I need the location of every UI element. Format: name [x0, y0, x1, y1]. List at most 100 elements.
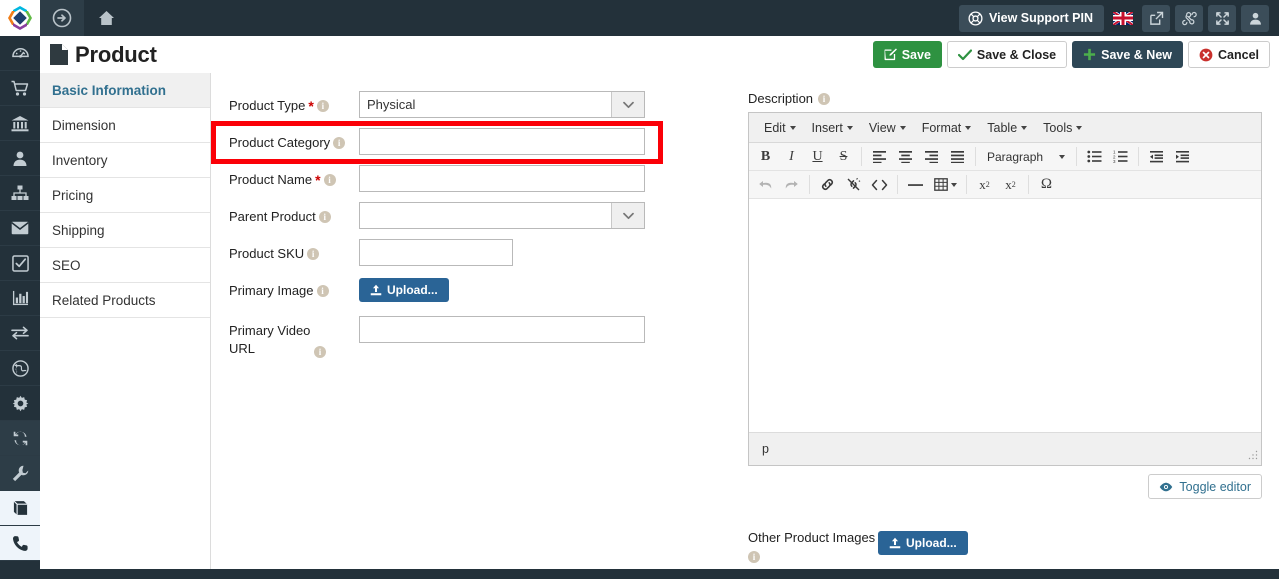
- unlink-icon[interactable]: [841, 173, 866, 196]
- rail-item-bank[interactable]: [0, 106, 40, 141]
- cancel-button[interactable]: Cancel: [1188, 41, 1270, 68]
- menu-insert[interactable]: Insert: [805, 118, 860, 138]
- nav-forward-button[interactable]: [40, 0, 84, 36]
- menu-edit[interactable]: Edit: [757, 118, 803, 138]
- field-primary-video-url: Primary Video URL i: [229, 316, 681, 358]
- info-circle-icon[interactable]: i: [818, 92, 831, 105]
- info-circle-icon[interactable]: i: [316, 100, 329, 112]
- field-control: [359, 239, 681, 266]
- product-sku-label: Product SKU: [229, 246, 305, 261]
- info-circle-icon[interactable]: i: [318, 211, 331, 223]
- rail-item-sync[interactable]: [0, 421, 40, 456]
- info-circle-icon[interactable]: i: [307, 248, 320, 260]
- sidebar-item-inventory[interactable]: Inventory: [40, 143, 210, 178]
- fullscreen-button[interactable]: [1208, 4, 1236, 32]
- special-character-icon[interactable]: Ω: [1034, 173, 1059, 196]
- sidebar-item-dimension[interactable]: Dimension: [40, 108, 210, 143]
- horizontal-rule-icon[interactable]: [903, 173, 928, 196]
- menu-insert-label: Insert: [811, 120, 843, 135]
- rail-item-tools[interactable]: [0, 456, 40, 491]
- sidebar-item-label: Inventory: [52, 152, 108, 168]
- app-logo[interactable]: [0, 0, 40, 36]
- sidebar-item-basic-information[interactable]: Basic Information: [40, 73, 210, 108]
- align-justify-icon[interactable]: [945, 145, 970, 168]
- align-right-icon[interactable]: [919, 145, 944, 168]
- info-circle-icon[interactable]: i: [323, 174, 336, 186]
- rail-item-user[interactable]: [0, 141, 40, 176]
- nav-home-button[interactable]: [84, 0, 128, 36]
- chevron-down-icon[interactable]: [611, 92, 644, 117]
- link-icon[interactable]: [815, 173, 840, 196]
- rail-item-settings[interactable]: [0, 386, 40, 421]
- save-button[interactable]: Save: [872, 41, 942, 68]
- table-icon[interactable]: [929, 173, 961, 196]
- primary-video-url-input[interactable]: [359, 316, 645, 343]
- primary-image-upload-button[interactable]: Upload...: [359, 278, 449, 302]
- shopping-cart-icon: [11, 80, 29, 96]
- underline-icon[interactable]: U: [805, 145, 830, 168]
- product-sku-input[interactable]: [359, 239, 513, 266]
- redo-icon[interactable]: [779, 173, 804, 196]
- align-left-icon[interactable]: [867, 145, 892, 168]
- rail-item-mail[interactable]: [0, 211, 40, 246]
- editor-content-area[interactable]: [749, 199, 1261, 432]
- rail-item-dashboard[interactable]: [0, 36, 40, 71]
- sidebar-item-related-products[interactable]: Related Products: [40, 283, 210, 318]
- toggle-editor-button[interactable]: Toggle editor: [1148, 474, 1262, 499]
- chevron-down-icon[interactable]: [611, 203, 644, 228]
- save-and-close-button[interactable]: Save & Close: [946, 41, 1068, 68]
- open-site-button[interactable]: [1142, 4, 1170, 32]
- language-flag-button[interactable]: [1109, 5, 1137, 32]
- resize-handle-icon[interactable]: [1248, 450, 1258, 462]
- field-label: Parent Product i: [229, 202, 359, 226]
- menu-format[interactable]: Format: [915, 118, 979, 138]
- menu-tools[interactable]: Tools: [1036, 118, 1089, 138]
- save-and-close-label: Save & Close: [976, 47, 1057, 62]
- product-type-select[interactable]: Physical: [359, 91, 645, 118]
- joomla-button[interactable]: [1175, 4, 1203, 32]
- outdent-icon[interactable]: [1144, 145, 1169, 168]
- superscript-icon[interactable]: x2: [998, 173, 1023, 196]
- save-button-label: Save: [901, 47, 931, 62]
- bullet-list-icon[interactable]: [1082, 145, 1107, 168]
- save-and-new-button[interactable]: Save & New: [1072, 41, 1183, 68]
- bold-icon[interactable]: B: [753, 145, 778, 168]
- undo-icon[interactable]: [753, 173, 778, 196]
- strikethrough-icon[interactable]: S: [831, 145, 856, 168]
- rail-item-transactions[interactable]: [0, 316, 40, 351]
- product-name-input[interactable]: [359, 165, 645, 192]
- italic-icon[interactable]: I: [779, 145, 804, 168]
- rail-item-tasks[interactable]: [0, 246, 40, 281]
- source-code-icon[interactable]: [867, 173, 892, 196]
- info-circle-icon[interactable]: i: [316, 285, 329, 297]
- rail-item-reports[interactable]: [0, 281, 40, 316]
- view-support-pin-button[interactable]: View Support PIN: [959, 4, 1104, 32]
- chevron-down-icon: [965, 125, 972, 130]
- menu-table-label: Table: [987, 120, 1018, 135]
- menu-table[interactable]: Table: [980, 118, 1034, 138]
- product-category-input[interactable]: [359, 128, 645, 155]
- rail-item-shop[interactable]: [0, 71, 40, 106]
- sidebar-item-pricing[interactable]: Pricing: [40, 178, 210, 213]
- user-menu-button[interactable]: [1241, 4, 1269, 32]
- sidebar-item-shipping[interactable]: Shipping: [40, 213, 210, 248]
- info-circle-icon[interactable]: i: [748, 551, 760, 563]
- rail-item-phone[interactable]: [0, 526, 40, 561]
- rail-item-docs[interactable]: [0, 491, 40, 526]
- indent-icon[interactable]: [1170, 145, 1195, 168]
- editor-element-path[interactable]: p: [762, 442, 769, 456]
- sidebar-item-seo[interactable]: SEO: [40, 248, 210, 283]
- rail-item-sitemap[interactable]: [0, 176, 40, 211]
- subscript-icon[interactable]: x2: [972, 173, 997, 196]
- menu-tools-label: Tools: [1043, 120, 1073, 135]
- info-circle-icon[interactable]: i: [333, 137, 346, 149]
- menu-view[interactable]: View: [862, 118, 913, 138]
- other-images-upload-button[interactable]: Upload...: [878, 531, 968, 555]
- rail-item-globe[interactable]: [0, 351, 40, 386]
- numbered-list-icon[interactable]: 123: [1108, 145, 1133, 168]
- parent-product-select[interactable]: [359, 202, 645, 229]
- info-circle-icon[interactable]: i: [314, 346, 326, 358]
- paragraph-format-select[interactable]: Paragraph: [981, 145, 1071, 168]
- align-center-icon[interactable]: [893, 145, 918, 168]
- view-support-pin-label: View Support PIN: [989, 11, 1093, 25]
